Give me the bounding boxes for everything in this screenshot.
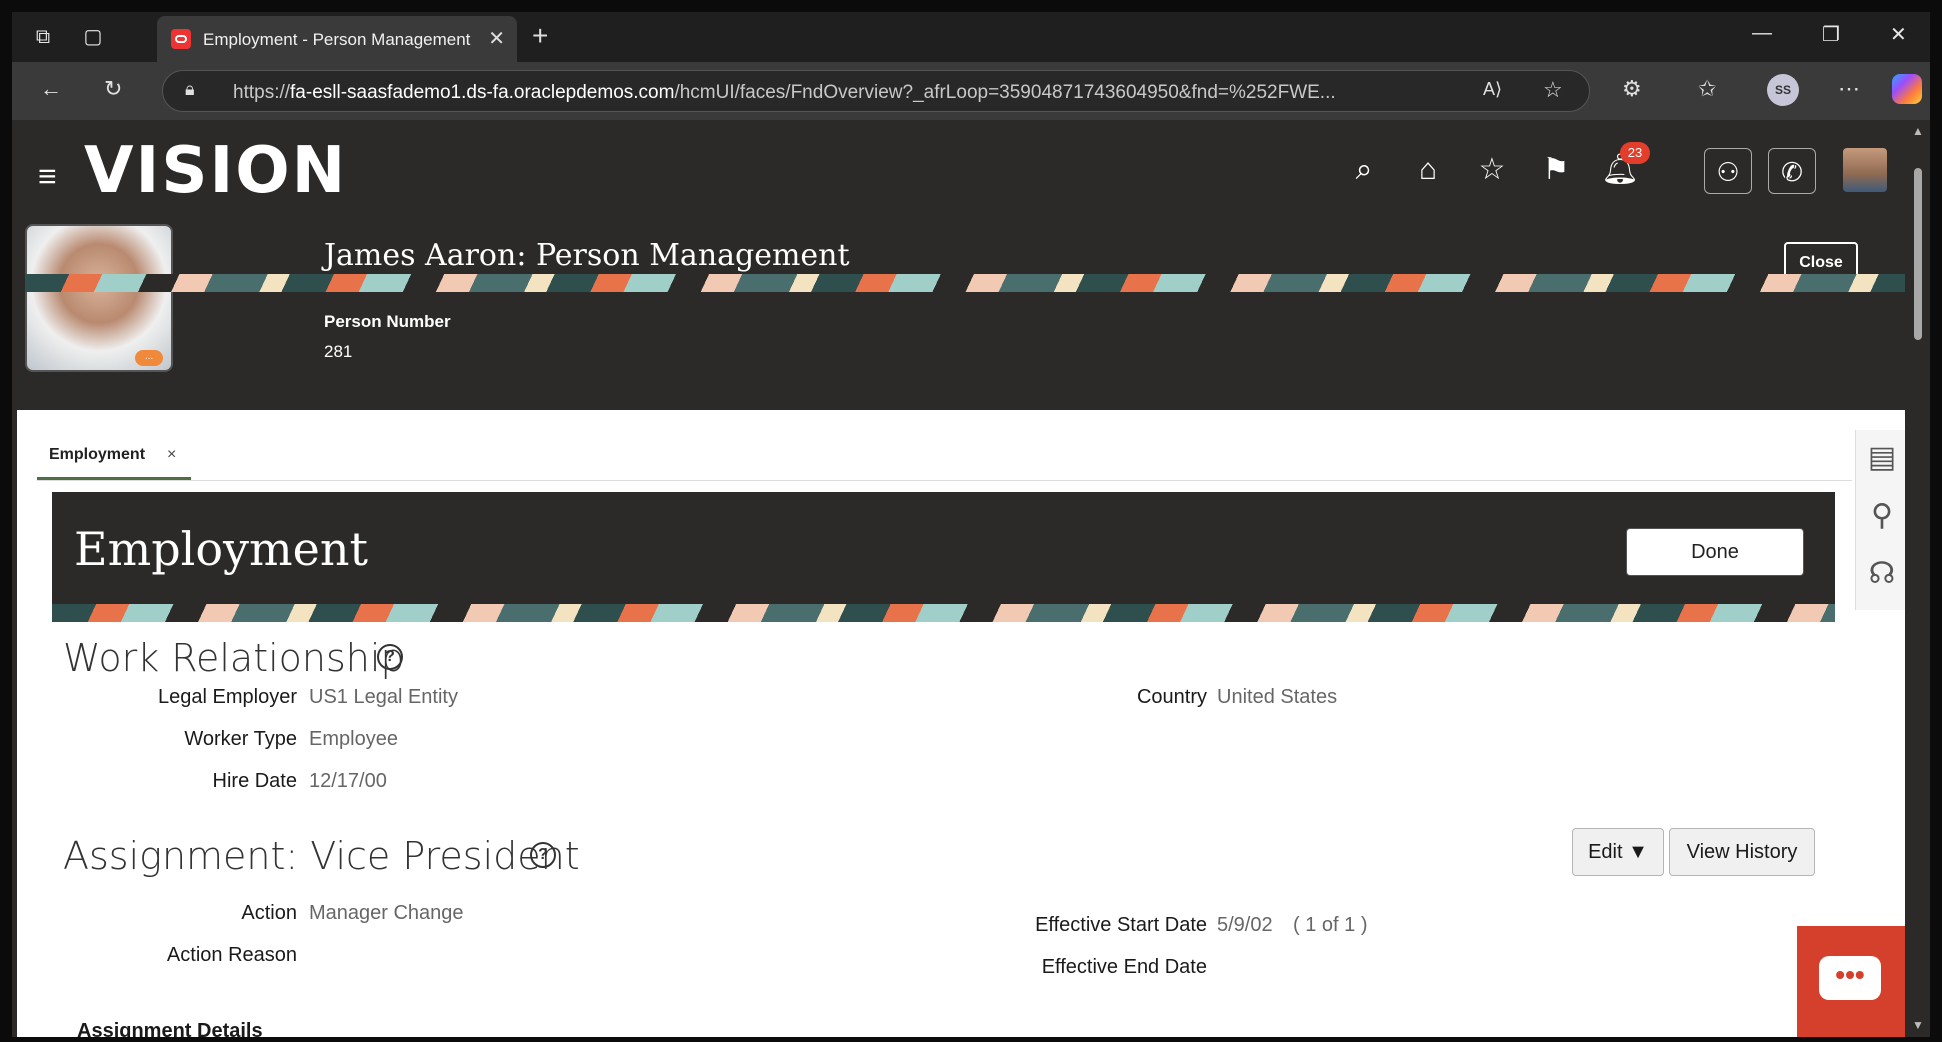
effective-start-date-label: Effective Start Date	[1035, 914, 1207, 936]
site-info-lock-icon[interactable]: 🔒︎	[185, 79, 195, 100]
main-content: Employment × ▤ ⚲ ☊ Employment Done Work …	[17, 410, 1905, 1037]
action-reason-label: Action Reason	[166, 944, 297, 966]
favorites-icon[interactable]: ✩	[1698, 76, 1716, 102]
browser-tab-title: Employment - Person Management	[203, 30, 471, 49]
search-magnifier-icon[interactable]: ⚲	[1864, 494, 1900, 538]
call-disabled-icon[interactable]: ✆	[1768, 148, 1816, 194]
page-title: James Aaron: Person Management	[324, 238, 850, 273]
copilot-icon[interactable]	[1892, 74, 1922, 104]
record-counter: ( 1 of 1 )	[1293, 914, 1368, 936]
home-icon[interactable]: ⌂	[1406, 148, 1450, 192]
action-value: Manager Change	[309, 902, 464, 924]
tab-divider	[37, 480, 1852, 481]
favorite-star-icon[interactable]: ☆	[1543, 77, 1563, 103]
headset-support-icon[interactable]: ☊	[1864, 552, 1900, 596]
browser-tab-bar: ⧉ ▢ Employment - Person Management ✕ + —…	[12, 12, 1930, 62]
hire-date-value: 12/17/00	[309, 770, 387, 792]
help-icon[interactable]: ?	[377, 644, 403, 670]
assignment-details-heading: Assignment Details	[77, 1020, 263, 1037]
chat-assistant-button[interactable]: •••	[1797, 926, 1905, 1037]
hamburger-menu-icon[interactable]: ≡	[38, 158, 57, 195]
right-side-panel: ▤ ⚲ ☊	[1855, 430, 1905, 610]
view-history-button[interactable]: View History	[1669, 828, 1815, 876]
back-icon[interactable]: ←	[40, 76, 62, 102]
tab-close-icon[interactable]: ×	[167, 446, 176, 464]
effective-start-date-value: 5/9/02	[1217, 914, 1273, 936]
url-text: https://fa-esll-saasfademo1.ds-fa.oracle…	[233, 82, 1336, 103]
url-input[interactable]: 🔒︎ https://fa-esll-saasfademo1.ds-fa.ora…	[162, 70, 1590, 112]
worker-type-value: Employee	[309, 728, 398, 750]
action-label: Action	[241, 902, 297, 924]
extensions-icon[interactable]: ⚙	[1622, 76, 1642, 102]
favorites-star-icon[interactable]: ☆	[1470, 148, 1514, 192]
document-list-icon[interactable]: ▤	[1864, 436, 1900, 480]
oracle-favicon-icon	[171, 29, 191, 49]
notifications-count-badge: 23	[1620, 142, 1650, 164]
app-header: ≡ VISION ⌕ ⌂ ☆ ⚑ 🔔︎ 23 ⚇ ✆ ... James Aar…	[12, 120, 1905, 410]
edit-dropdown-button[interactable]: Edit ▼	[1572, 828, 1664, 876]
employment-decorative-banner	[52, 604, 1835, 622]
employment-title: Employment	[74, 522, 368, 576]
country-label: Country	[1136, 686, 1207, 708]
browser-profile-avatar[interactable]: SS	[1767, 74, 1799, 106]
scroll-thumb[interactable]	[1914, 168, 1922, 340]
header-decorative-banner	[25, 274, 1905, 292]
browser-address-bar: ← ↻ 🔒︎ https://fa-esll-saasfademo1.ds-fa…	[12, 62, 1930, 120]
assignment-title: Assignment: Vice President	[63, 834, 580, 878]
page-scrollbar[interactable]: ▲ ▼	[1905, 120, 1930, 1037]
read-aloud-icon[interactable]: A⟩	[1483, 79, 1502, 100]
tab-close-icon[interactable]: ✕	[488, 26, 505, 51]
worker-type-label: Worker Type	[184, 728, 297, 750]
person-access-icon[interactable]: ⚇	[1704, 148, 1752, 194]
minimize-icon[interactable]: —	[1752, 22, 1772, 45]
browser-window: ⧉ ▢ Employment - Person Management ✕ + —…	[12, 12, 1930, 1037]
scroll-down-icon[interactable]: ▼	[1912, 1018, 1924, 1032]
vision-logo[interactable]: VISION	[84, 134, 347, 208]
photo-options-badge[interactable]: ...	[135, 350, 163, 366]
tab-employment[interactable]: Employment ×	[37, 430, 191, 480]
tab-employment-label: Employment	[49, 446, 146, 463]
help-icon[interactable]: ?	[530, 842, 556, 868]
refresh-icon[interactable]: ↻	[104, 76, 122, 102]
chat-bubble-icon: •••	[1819, 956, 1881, 1000]
search-icon[interactable]: ⌕	[1342, 148, 1386, 192]
restore-icon[interactable]: ❐	[1822, 22, 1840, 47]
person-number-value: 281	[324, 342, 353, 361]
scroll-up-icon[interactable]: ▲	[1912, 124, 1924, 138]
work-relationship-title: Work Relationship	[63, 636, 405, 680]
employment-header: Employment Done	[52, 492, 1835, 622]
user-avatar[interactable]	[1843, 148, 1887, 192]
legal-employer-label: Legal Employer	[158, 686, 297, 708]
window-close-icon[interactable]: ✕	[1890, 22, 1907, 47]
effective-end-date-label: Effective End Date	[1041, 956, 1207, 978]
workspaces-icon[interactable]: ⧉	[28, 22, 58, 52]
browser-tab-active[interactable]: Employment - Person Management ✕	[157, 16, 517, 62]
more-menu-icon[interactable]: ⋯	[1838, 76, 1860, 102]
person-number-label: Person Number	[324, 312, 451, 331]
tab-actions-icon[interactable]: ▢	[78, 22, 108, 52]
new-tab-icon[interactable]: +	[532, 20, 548, 52]
hire-date-label: Hire Date	[212, 770, 297, 792]
watchlist-flag-icon[interactable]: ⚑	[1534, 148, 1578, 192]
done-button[interactable]: Done	[1626, 528, 1804, 576]
country-value: United States	[1217, 686, 1338, 708]
legal-employer-value: US1 Legal Entity	[309, 686, 458, 708]
